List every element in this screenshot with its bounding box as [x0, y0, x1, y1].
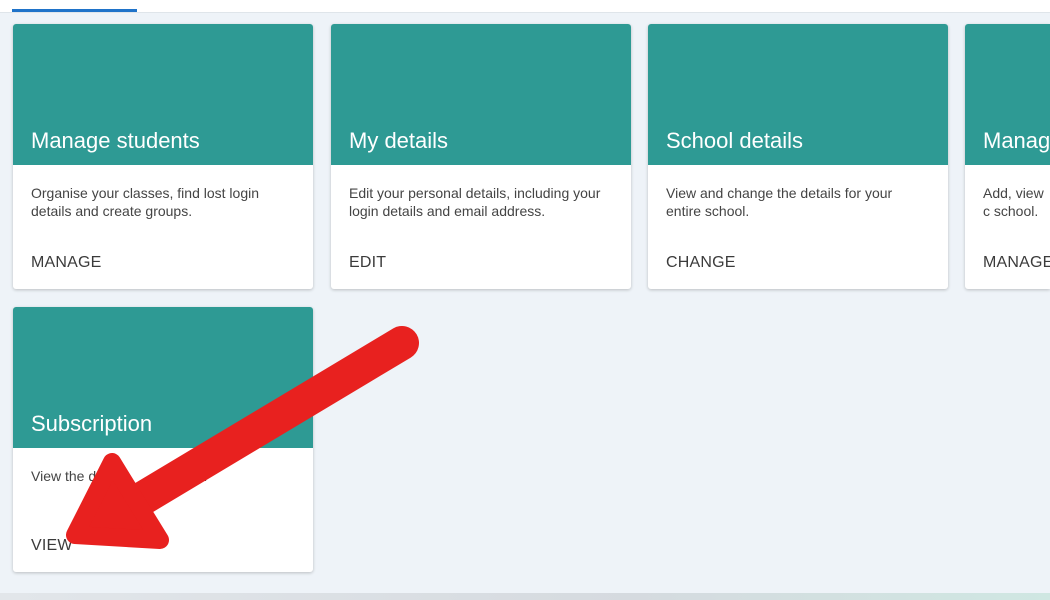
card-title: My details	[349, 128, 449, 153]
card-header: Manag	[965, 24, 1050, 165]
card-description: Organise your classes, find lost login d…	[31, 185, 259, 219]
card-header: School details	[648, 24, 948, 165]
card-header: My details	[331, 24, 631, 165]
card-description: View the d of cription.	[31, 468, 208, 484]
view-subscription-button[interactable]: VIEW	[31, 537, 73, 555]
card-school-details: School details View and change the detai…	[648, 24, 948, 289]
top-navigation-bar	[0, 0, 1050, 13]
card-header: Manage students	[13, 24, 313, 165]
card-description: View and change the details for your ent…	[666, 185, 893, 219]
edit-details-button[interactable]: EDIT	[349, 254, 386, 272]
card-my-details: My details Edit your personal details, i…	[331, 24, 631, 289]
card-header: Subscription	[13, 307, 313, 448]
card-title: School details	[666, 128, 803, 153]
card-title: Subscription	[31, 411, 153, 436]
card-title: Manag	[983, 128, 1050, 153]
card-description: Edit your personal details, including yo…	[349, 185, 601, 219]
card-description: Add, view c school.	[983, 185, 1044, 219]
bottom-edge	[0, 593, 1050, 600]
active-tab-indicator[interactable]	[12, 9, 137, 12]
manage-button[interactable]: MANAGE	[983, 254, 1050, 272]
card-title: Manage students	[31, 128, 200, 153]
card-manage-partial: Manag Add, view c school. MANAGE	[965, 24, 1050, 289]
card-subscription: Subscription View the d of cription. VIE…	[13, 307, 313, 572]
change-school-details-button[interactable]: CHANGE	[666, 254, 736, 272]
card-manage-students: Manage students Organise your classes, f…	[13, 24, 313, 289]
manage-students-button[interactable]: MANAGE	[31, 254, 102, 272]
